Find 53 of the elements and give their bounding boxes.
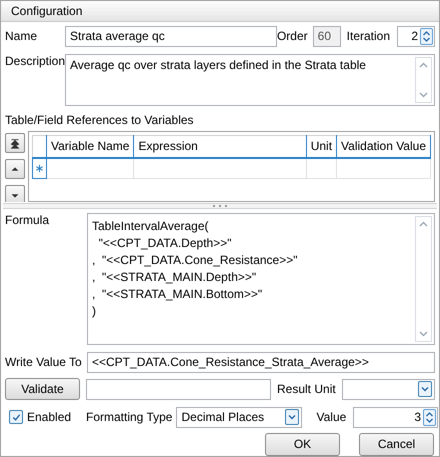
formula-text: TableIntervalAverage( "<<CPT_DATA.Depth>>" , "<<CPT_DATA.Cone_Resistance>>" , "<<STRATA_MAIN.Depth>>" , "<<STRATA_MAIN.Bottom>>" ) [91, 218, 299, 320]
iteration-spinner[interactable]: 2 [397, 26, 436, 47]
dropdown-icon[interactable] [418, 381, 432, 398]
table-cell[interactable] [306, 158, 337, 179]
description-field[interactable]: Average qc over strata layers defined in the Strata table [65, 54, 435, 106]
write-value-field[interactable]: <<CPT_DATA.Cone_Resistance_Strata_Average>> [87, 352, 435, 373]
formatting-type-dropdown[interactable]: Decimal Places [176, 406, 302, 428]
validate-button[interactable]: Validate [5, 378, 80, 400]
scrollbar[interactable] [415, 216, 432, 342]
asterisk-icon [35, 164, 44, 174]
value-spinner[interactable]: 3 [353, 406, 438, 428]
column-header[interactable]: Expression [134, 136, 306, 158]
header-cell [32, 136, 46, 158]
table-cell[interactable] [134, 158, 306, 179]
checkmark-icon [10, 412, 22, 423]
move-top-icon [9, 136, 21, 150]
spin-arrows-icon[interactable] [420, 28, 434, 45]
field-label: Formula [5, 212, 50, 228]
field-label: Formatting Type [86, 410, 172, 424]
dropdown-value: Decimal Places [181, 410, 264, 424]
field-label: Description [5, 54, 65, 68]
field-label: Name [5, 29, 38, 44]
spin-arrows-icon[interactable] [423, 408, 436, 426]
grip-icon[interactable] [213, 204, 227, 207]
column-header[interactable]: Unit [306, 136, 337, 158]
order-field: 60 [312, 26, 341, 47]
scrollbar[interactable] [415, 56, 432, 103]
enabled-checkbox[interactable] [9, 410, 23, 424]
move-up-button[interactable] [5, 159, 25, 180]
field-label: Result Unit [277, 382, 336, 396]
section-label: Table/Field References to Variables [5, 112, 194, 128]
panel-title: Configuration [1, 1, 439, 22]
table-cell[interactable] [46, 158, 134, 179]
dropdown-icon[interactable] [285, 409, 300, 426]
result-unit-dropdown[interactable] [342, 378, 435, 400]
column-header[interactable]: Variable Name [46, 136, 134, 158]
field-label: Value [316, 410, 346, 424]
checkbox-label: Enabled [27, 410, 72, 424]
cancel-button[interactable]: Cancel [359, 433, 434, 456]
table-cell[interactable] [336, 158, 430, 179]
ok-button[interactable]: OK [265, 433, 340, 456]
description-text: Average qc over strata layers defined in the Strata table [69, 56, 367, 74]
field-label: Iteration [346, 29, 390, 44]
spinner-value: 3 [414, 410, 421, 424]
validation-result-field[interactable] [86, 378, 271, 400]
spinner-value: 2 [411, 29, 418, 44]
column-header[interactable]: Validation Value [336, 136, 430, 158]
field-label: Order [276, 29, 308, 44]
move-top-button[interactable] [5, 133, 25, 154]
name-field[interactable]: Strata average qc [65, 26, 277, 47]
field-label: Write Value To [5, 355, 83, 370]
move-down-button[interactable] [5, 185, 25, 202]
formula-field[interactable]: TableIntervalAverage( "<<CPT_DATA.Depth>>" , "<<CPT_DATA.Cone_Resistance>>" , "<<STRATA_MAIN.Depth>>" , "<<STRATA_MAIN.Bottom>>" ) [87, 212, 435, 345]
